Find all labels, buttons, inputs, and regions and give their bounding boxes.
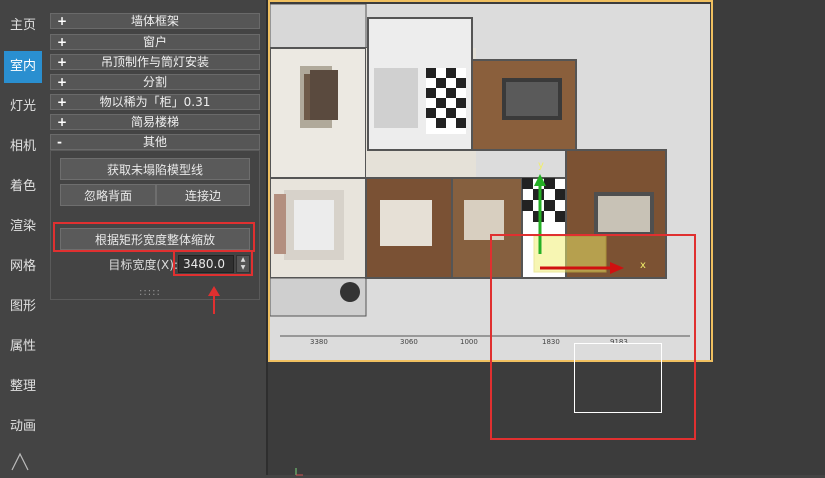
- rollout-title: 物以稀为「柜」0.31: [99, 95, 211, 109]
- rollout-wall-frame[interactable]: + 墙体框架: [50, 13, 260, 29]
- get-uncollapsed-lines-button[interactable]: 获取未塌陷模型线: [60, 158, 250, 180]
- rollout-stairs[interactable]: + 简易楼梯: [50, 114, 260, 130]
- tab-camera[interactable]: 相机: [4, 131, 42, 163]
- rollout-cabinets[interactable]: + 物以稀为「柜」0.31: [50, 94, 260, 110]
- target-width-label: 目标宽度(X):: [108, 258, 178, 272]
- tab-shading[interactable]: 着色: [4, 171, 42, 203]
- target-width-field[interactable]: 3480.0: [178, 255, 234, 273]
- tab-render[interactable]: 渲染: [4, 211, 42, 243]
- command-panel: + 墙体框架 + 窗户 + 吊顶制作与筒灯安装 + 分割 + 物以稀为「柜」0.…: [46, 0, 268, 475]
- rollout-other[interactable]: - 其他: [50, 134, 260, 150]
- target-width-spinner[interactable]: ▲ ▼: [236, 255, 250, 273]
- more-tabs-icon[interactable]: [10, 452, 38, 472]
- axis-x-label: x: [640, 260, 646, 271]
- axis-tripod-icon: [294, 466, 304, 478]
- rollout-title: 墙体框架: [130, 14, 179, 28]
- dim-4: 1830: [542, 338, 560, 346]
- drag-grip-icon[interactable]: :::::: [139, 287, 161, 298]
- tab-home[interactable]: 主页: [4, 10, 42, 42]
- rollout-title: 分割: [142, 75, 167, 89]
- tab-interior[interactable]: 室内: [4, 51, 42, 83]
- tab-lighting[interactable]: 灯光: [4, 91, 42, 123]
- rollout-title: 窗户: [142, 35, 167, 49]
- tab-organize[interactable]: 整理: [4, 371, 42, 403]
- spinner-up-icon[interactable]: ▲: [237, 256, 249, 264]
- selection-rectangle[interactable]: [574, 343, 662, 413]
- rollout-split[interactable]: + 分割: [50, 74, 260, 90]
- sidebar-tabs: 主页 室内 灯光 相机 着色 渲染 网格 图形 属性 整理 动画: [0, 0, 46, 475]
- ignore-backface-button[interactable]: 忽略背面: [60, 184, 156, 206]
- spinner-down-icon[interactable]: ▼: [237, 264, 249, 272]
- viewport[interactable]: y x 3380 3060 1000 1830 9183: [268, 0, 825, 478]
- dim-1: 3380: [310, 338, 328, 346]
- connect-edges-button[interactable]: 连接边: [156, 184, 250, 206]
- axis-y-label: y: [538, 160, 544, 171]
- dim-3: 1000: [460, 338, 478, 346]
- tab-shapes[interactable]: 图形: [4, 291, 42, 323]
- rollout-title: 吊顶制作与筒灯安装: [100, 55, 209, 69]
- rollout-title: 简易楼梯: [130, 115, 179, 129]
- floor-plan-image: y x 3380 3060 1000 1830 9183: [269, 3, 710, 360]
- rollout-ceiling-lights[interactable]: + 吊顶制作与筒灯安装: [50, 54, 260, 70]
- dim-2: 3060: [400, 338, 418, 346]
- rollout-windows[interactable]: + 窗户: [50, 34, 260, 50]
- scale-by-rect-width-button[interactable]: 根据矩形宽度整体缩放: [60, 228, 250, 250]
- tab-mesh[interactable]: 网格: [4, 251, 42, 283]
- tab-animation[interactable]: 动画: [4, 411, 42, 443]
- rollout-title: 其他: [142, 135, 167, 149]
- tab-properties[interactable]: 属性: [4, 331, 42, 363]
- red-arrow-icon: [206, 286, 222, 317]
